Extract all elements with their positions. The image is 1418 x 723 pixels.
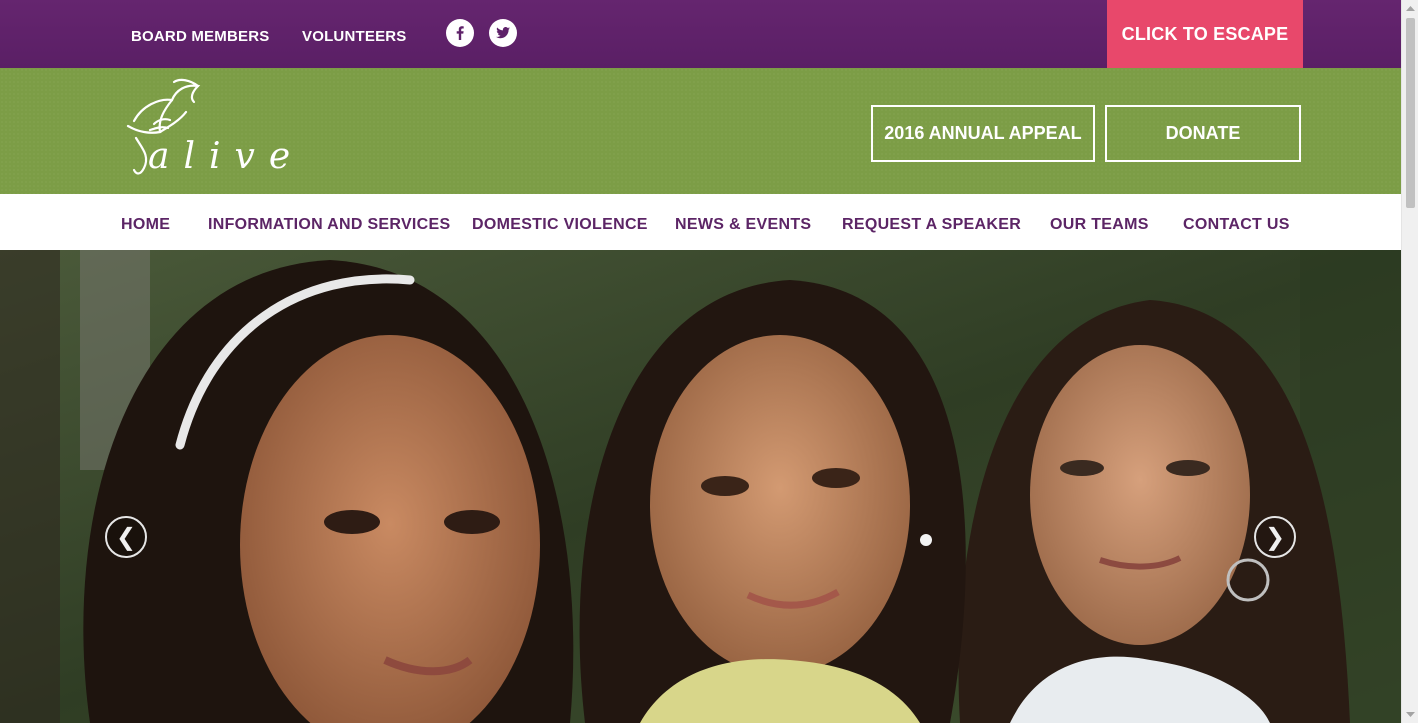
nav-news-events[interactable]: NEWS & EVENTS (675, 216, 811, 234)
twitter-icon[interactable] (489, 19, 517, 47)
chevron-left-icon: ❮ (115, 523, 137, 551)
annual-appeal-button[interactable]: 2016 ANNUAL APPEAL (871, 105, 1095, 162)
nav-our-teams[interactable]: OUR TEAMS (1050, 216, 1149, 234)
previous-slide-button[interactable]: ❮ (105, 516, 147, 558)
nav-information-and-services[interactable]: INFORMATION AND SERVICES (208, 216, 450, 234)
donate-button[interactable]: DONATE (1105, 105, 1301, 162)
board-members-link[interactable]: BOARD MEMBERS (131, 28, 269, 45)
site-header: alive 2016 ANNUAL APPEAL DONATE (0, 68, 1401, 194)
nav-home[interactable]: HOME (121, 216, 170, 234)
scroll-up-icon[interactable] (1402, 0, 1418, 17)
scrollbar-thumb[interactable] (1406, 18, 1415, 208)
nav-contact-us[interactable]: CONTACT US (1183, 216, 1290, 234)
top-bar: BOARD MEMBERS VOLUNTEERS CLICK TO ESCAPE (0, 0, 1401, 68)
nav-request-a-speaker[interactable]: REQUEST A SPEAKER (842, 216, 1021, 234)
next-slide-button[interactable]: ❯ (1254, 516, 1296, 558)
scroll-down-icon[interactable] (1402, 706, 1418, 723)
hero-photo (0, 250, 1401, 723)
vertical-scrollbar[interactable] (1401, 0, 1418, 723)
nav-domestic-violence[interactable]: DOMESTIC VIOLENCE (472, 216, 648, 234)
hero-slideshow: ❮ ❯ (0, 250, 1401, 723)
facebook-icon[interactable] (446, 19, 474, 47)
volunteers-link[interactable]: VOLUNTEERS (302, 28, 407, 45)
main-nav: HOME INFORMATION AND SERVICES DOMESTIC V… (0, 194, 1401, 250)
logo-text: alive (148, 136, 305, 177)
click-to-escape-button[interactable]: CLICK TO ESCAPE (1107, 0, 1303, 68)
chevron-right-icon: ❯ (1264, 523, 1286, 551)
